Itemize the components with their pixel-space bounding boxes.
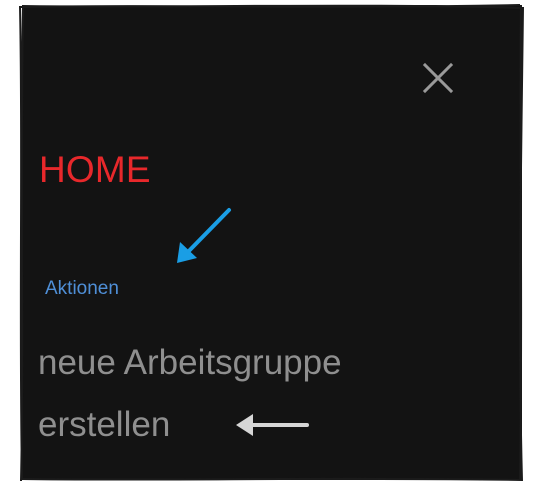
section-heading-actions: Aktionen: [45, 278, 119, 299]
sketch-canvas: HOME Aktionen neue Arbeitsgruppe erstell…: [0, 0, 533, 484]
create-workgroup-link[interactable]: neue Arbeitsgruppe erstellen: [38, 332, 458, 456]
home-link[interactable]: HOME: [39, 146, 151, 194]
close-button[interactable]: [418, 58, 458, 98]
close-icon: [422, 62, 454, 94]
